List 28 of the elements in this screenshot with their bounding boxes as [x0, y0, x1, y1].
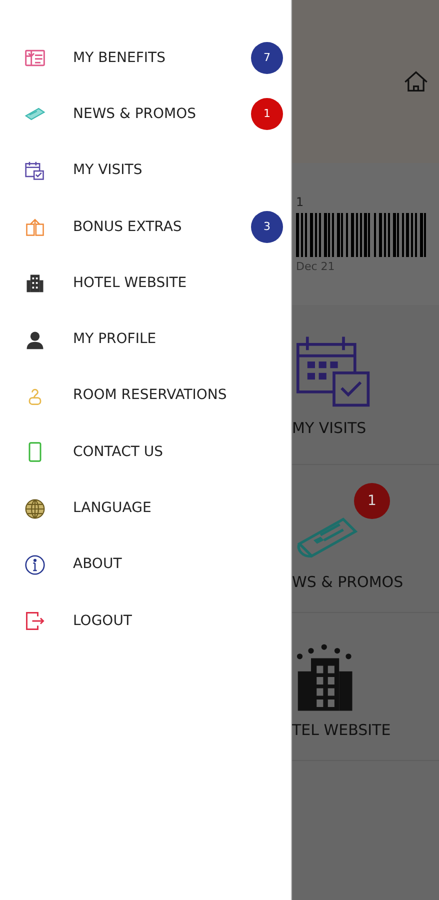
menu-item[interactable]: CONTACT US [0, 424, 291, 480]
card-number: 1 [296, 194, 305, 211]
globe-icon [24, 498, 46, 520]
tile-label: TEL WEBSITE [292, 720, 392, 742]
menu-item[interactable]: LANGUAGE [0, 480, 291, 537]
tile-label: MY VISITS [292, 418, 368, 440]
info-icon [24, 554, 46, 576]
menu-item[interactable]: BONUS EXTRAS 3 [0, 198, 291, 256]
menu-tile[interactable]: 1 WS & PROMOS [292, 465, 439, 613]
building-icon [24, 272, 46, 294]
home-icon[interactable] [403, 68, 429, 94]
tile-label: WS & PROMOS [292, 572, 404, 594]
logout-icon [24, 610, 46, 632]
menu-item[interactable]: ROOM RESERVATIONS [0, 368, 291, 424]
count-badge: 1 [251, 98, 283, 130]
calendar-icon [24, 160, 46, 182]
menu-item[interactable]: MY VISITS [0, 142, 291, 199]
menu-item[interactable]: ABOUT [0, 536, 291, 593]
menu-item[interactable]: HOTEL WEBSITE [0, 255, 291, 312]
card-date: Dec 21 [296, 258, 336, 275]
menu-item[interactable]: NEWS & PROMOS 1 [0, 86, 291, 143]
count-badge: 7 [251, 42, 283, 74]
count-badge: 1 [354, 483, 390, 520]
menu-item[interactable]: MY PROFILE [0, 311, 291, 368]
menu-item[interactable]: MY BENEFITS 7 [0, 30, 291, 86]
menu-item[interactable]: LOGOUT [0, 592, 291, 650]
gift-icon [24, 216, 46, 238]
count-badge: 3 [251, 211, 283, 244]
